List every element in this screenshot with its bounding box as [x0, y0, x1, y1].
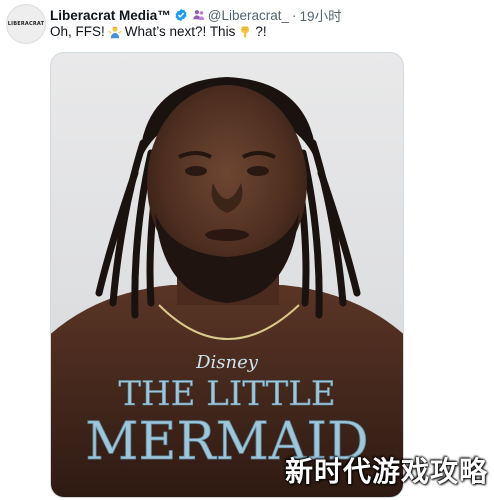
separator-dot: · — [292, 7, 297, 23]
tweet-media[interactable]: Disney THE LITTLE MERMAID — [50, 52, 404, 498]
tweet: LIBERACRAT Liberacrat Media™ @Liberacrat… — [0, 0, 494, 500]
tweet-header: Liberacrat Media™ @Liberacrat_ · 19小时 — [50, 5, 342, 25]
tweet-text-part-1: Oh, FFS! — [50, 24, 105, 39]
pointing-down-emoji-icon — [241, 25, 250, 38]
avatar[interactable]: LIBERACRAT — [6, 4, 46, 44]
user-handle[interactable]: @Liberacrat_ — [208, 8, 289, 23]
display-name[interactable]: Liberacrat Media™ — [50, 8, 171, 23]
movie-poster-image: Disney THE LITTLE MERMAID — [51, 77, 403, 497]
poster-brand: Disney — [195, 352, 259, 373]
verified-badge-icon — [175, 8, 187, 22]
tweet-text: Oh, FFS! What’s next?! This ?! — [50, 24, 267, 39]
person-shrugging-emoji-icon — [108, 26, 122, 38]
tweet-text-part-2: What’s next?! This — [124, 24, 236, 39]
people-emoji-icon — [193, 10, 205, 20]
avatar-logo-text: LIBERACRAT — [7, 21, 45, 27]
watermark-text: 新时代游戏攻略 — [284, 455, 488, 488]
timestamp[interactable]: 19小时 — [300, 5, 342, 25]
tweet-text-part-3: ?! — [255, 24, 267, 39]
poster-title-line-1: THE LITTLE — [118, 374, 335, 414]
